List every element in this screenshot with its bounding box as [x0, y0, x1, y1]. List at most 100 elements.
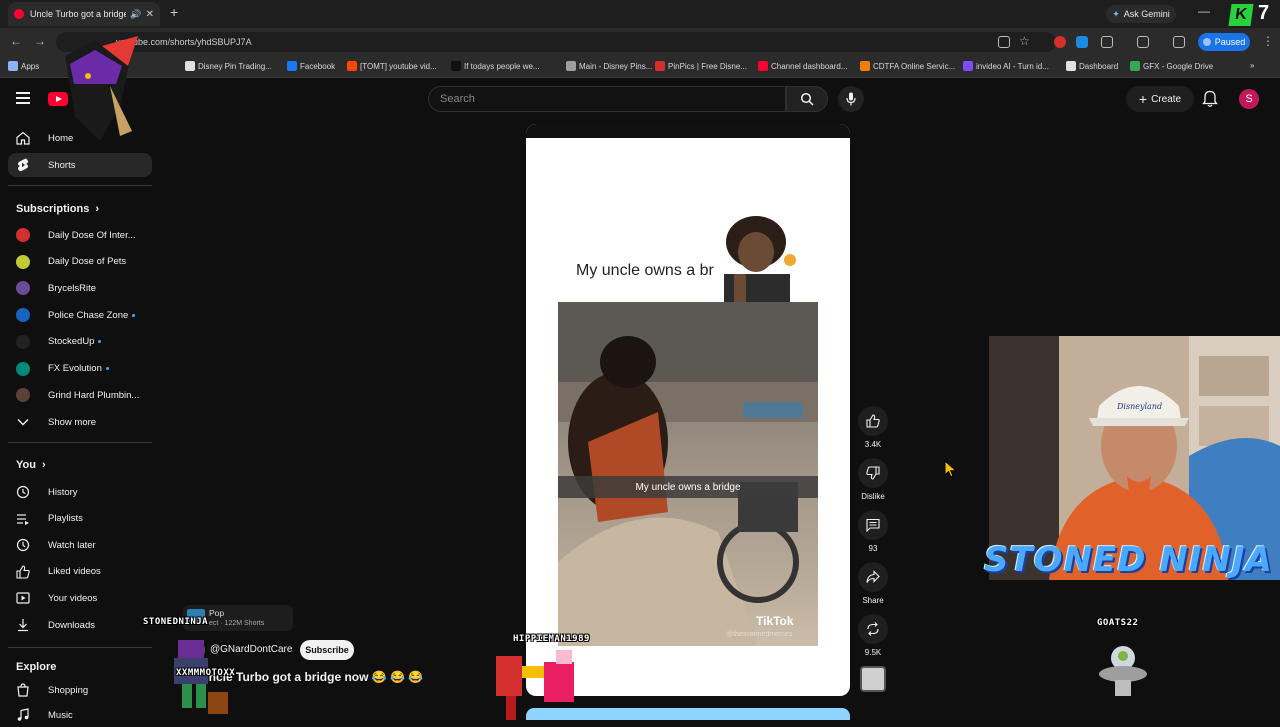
- show-more-button[interactable]: Show more: [8, 410, 152, 434]
- search-button[interactable]: [786, 86, 828, 112]
- search-icon: [800, 92, 814, 106]
- you-header[interactable]: You ›: [16, 459, 46, 471]
- bookmark-star-icon[interactable]: ☆: [1019, 34, 1030, 48]
- share-button[interactable]: Share: [858, 562, 888, 605]
- bookmark-favicon-icon: [287, 61, 297, 71]
- avatar[interactable]: S: [1239, 89, 1259, 109]
- sidebar-item-subscription[interactable]: BrycelsRite: [8, 276, 152, 300]
- bookmark-item[interactable]: Facebook: [287, 61, 335, 71]
- remix-button[interactable]: 9.5K: [858, 614, 888, 657]
- sidebar-item-subscription[interactable]: StockedUp: [8, 330, 152, 354]
- bookmark-label: Dashboard: [1079, 61, 1119, 71]
- like-button[interactable]: 3.4K: [858, 406, 888, 449]
- sound-chip-label: Pop: [209, 608, 225, 618]
- close-tab-icon[interactable]: ✕: [146, 9, 154, 20]
- menu-kebab-icon[interactable]: ⋮: [1262, 34, 1274, 48]
- bookmark-item[interactable]: If todays people we...: [451, 61, 540, 71]
- subscriptions-header[interactable]: Subscriptions ›: [16, 203, 99, 215]
- notifications-bell-icon[interactable]: [1202, 90, 1218, 108]
- thumbs-down-icon: [858, 458, 888, 488]
- browser-tab[interactable]: Uncle Turbo got a bridge n 🔊 ✕: [8, 2, 160, 26]
- sidebar-item-subscription[interactable]: Daily Dose of Pets: [8, 250, 152, 274]
- sound-thumbnail[interactable]: [860, 666, 886, 692]
- hamburger-menu-icon[interactable]: [16, 92, 30, 107]
- ask-gemini-button[interactable]: ✦ Ask Gemini: [1106, 5, 1176, 23]
- speaker-icon[interactable]: 🔊: [130, 9, 141, 20]
- bookmark-item[interactable]: Main - Disney Pins...: [566, 61, 652, 71]
- new-tab-button[interactable]: +: [170, 4, 178, 20]
- sidebar-item-your-videos[interactable]: Your videos: [8, 586, 152, 610]
- sidebar-item-label: Shopping: [48, 684, 89, 696]
- tab-title: Uncle Turbo got a bridge n: [30, 9, 127, 19]
- sidebar-item-label: Music: [48, 709, 73, 721]
- sidebar-item-history[interactable]: History: [8, 480, 152, 504]
- bookmark-item[interactable]: invideo AI - Turn id...: [963, 61, 1049, 71]
- player-top-band: [526, 124, 850, 138]
- extensions-puzzle-icon[interactable]: [1101, 36, 1113, 48]
- extension-red-icon[interactable]: [1054, 36, 1066, 48]
- back-icon[interactable]: ←: [10, 34, 22, 48]
- sidebar-item-downloads[interactable]: Downloads: [8, 613, 152, 637]
- channel-avatar-icon: [16, 388, 30, 403]
- sidebar-item-subscription[interactable]: FX Evolution: [8, 357, 152, 381]
- bookmark-item[interactable]: Channel dashboard...: [758, 61, 848, 71]
- sidebar-item-watch-later[interactable]: Watch later: [8, 533, 152, 557]
- subscribe-button[interactable]: Subscribe: [300, 640, 354, 660]
- new-content-dot: [98, 340, 102, 344]
- bookmark-favicon-icon: [860, 61, 870, 71]
- downloads-icon: [16, 618, 30, 632]
- you-header-label: You: [16, 459, 36, 471]
- sidebar-item-label: Grind Hard Plumbin...: [48, 389, 140, 401]
- share-icon: [858, 562, 888, 592]
- create-label: Create: [1151, 93, 1182, 105]
- bookmark-item[interactable]: CDTFA Online Servic...: [860, 61, 955, 71]
- remix-icon: [858, 614, 888, 644]
- sidebar-item-shopping[interactable]: Shopping: [8, 678, 152, 702]
- sidepanel-icon[interactable]: [1137, 36, 1149, 48]
- sidebar-item-music[interactable]: Music: [8, 703, 152, 727]
- sidebar-item-subscription[interactable]: Grind Hard Plumbin...: [8, 383, 152, 407]
- bookmarks-bar: Apps Disney Pin Trading... Facebook [TOMT] …: [0, 56, 1280, 78]
- address-bar-row: ← → youtube.com/shorts/yhdSBUPJ7A ☆ Paus…: [0, 28, 1280, 56]
- dislike-label: Dislike: [861, 492, 885, 501]
- comments-button[interactable]: 93: [858, 510, 888, 553]
- sidebar-item-shorts[interactable]: Shorts: [8, 153, 152, 177]
- bookmark-label: Channel dashboard...: [771, 61, 848, 71]
- minimize-window-icon[interactable]: —: [1198, 4, 1210, 18]
- sidebar-item-playlists[interactable]: Playlists: [8, 507, 152, 531]
- bookmark-item[interactable]: GFX - Google Drive: [1130, 61, 1213, 71]
- dislike-button[interactable]: Dislike: [858, 458, 888, 501]
- sidebar-item-label: History: [48, 486, 78, 498]
- profile-paused-button[interactable]: Paused: [1198, 33, 1250, 51]
- create-button[interactable]: + Create: [1126, 86, 1194, 112]
- sidebar-divider: [8, 185, 152, 186]
- sidebar-item-subscription[interactable]: Daily Dose Of Inter...: [8, 223, 152, 247]
- shorts-player[interactable]: My uncle owns a br My uncle owns a bridg…: [526, 124, 850, 696]
- channel-avatar-icon: [16, 361, 30, 376]
- bookmark-item[interactable]: Disney Pin Trading...: [185, 61, 272, 71]
- sidebar-divider: [8, 442, 152, 443]
- bookmark-item[interactable]: PinPics | Free Disne...: [655, 61, 747, 71]
- url-bar[interactable]: youtube.com/shorts/yhdSBUPJ7A: [56, 32, 1056, 52]
- bookmark-item[interactable]: [TOMT] youtube vid...: [347, 61, 437, 71]
- stoned-ninja-banner: STONED NINJA: [984, 540, 1273, 580]
- ninja-mascot-overlay: [65, 36, 138, 141]
- forward-icon[interactable]: →: [34, 34, 46, 48]
- comment-count: 93: [868, 544, 878, 553]
- more-bookmarks-icon[interactable]: »: [1250, 61, 1254, 70]
- sidebar-item-subscription[interactable]: Police Chase Zone: [8, 303, 152, 327]
- install-app-icon[interactable]: [998, 36, 1010, 48]
- search-input[interactable]: Search: [428, 86, 786, 112]
- bookmark-favicon-icon: [655, 61, 665, 71]
- bookmark-item[interactable]: Apps: [8, 61, 39, 71]
- bookmark-item[interactable]: Dashboard: [1066, 61, 1118, 71]
- pixel-ufo-sprite: [1099, 646, 1147, 696]
- sidebar-item-label: Liked videos: [48, 566, 101, 578]
- voice-search-button[interactable]: [838, 86, 864, 112]
- bookmark-label: CDTFA Online Servic...: [873, 61, 956, 71]
- bookmark-favicon-icon: [758, 61, 768, 71]
- sidebar-item-liked-videos[interactable]: Liked videos: [8, 560, 152, 584]
- thumbs-up-icon: [858, 406, 888, 436]
- extension-blue-icon[interactable]: [1076, 36, 1088, 48]
- reading-list-icon[interactable]: [1173, 36, 1185, 48]
